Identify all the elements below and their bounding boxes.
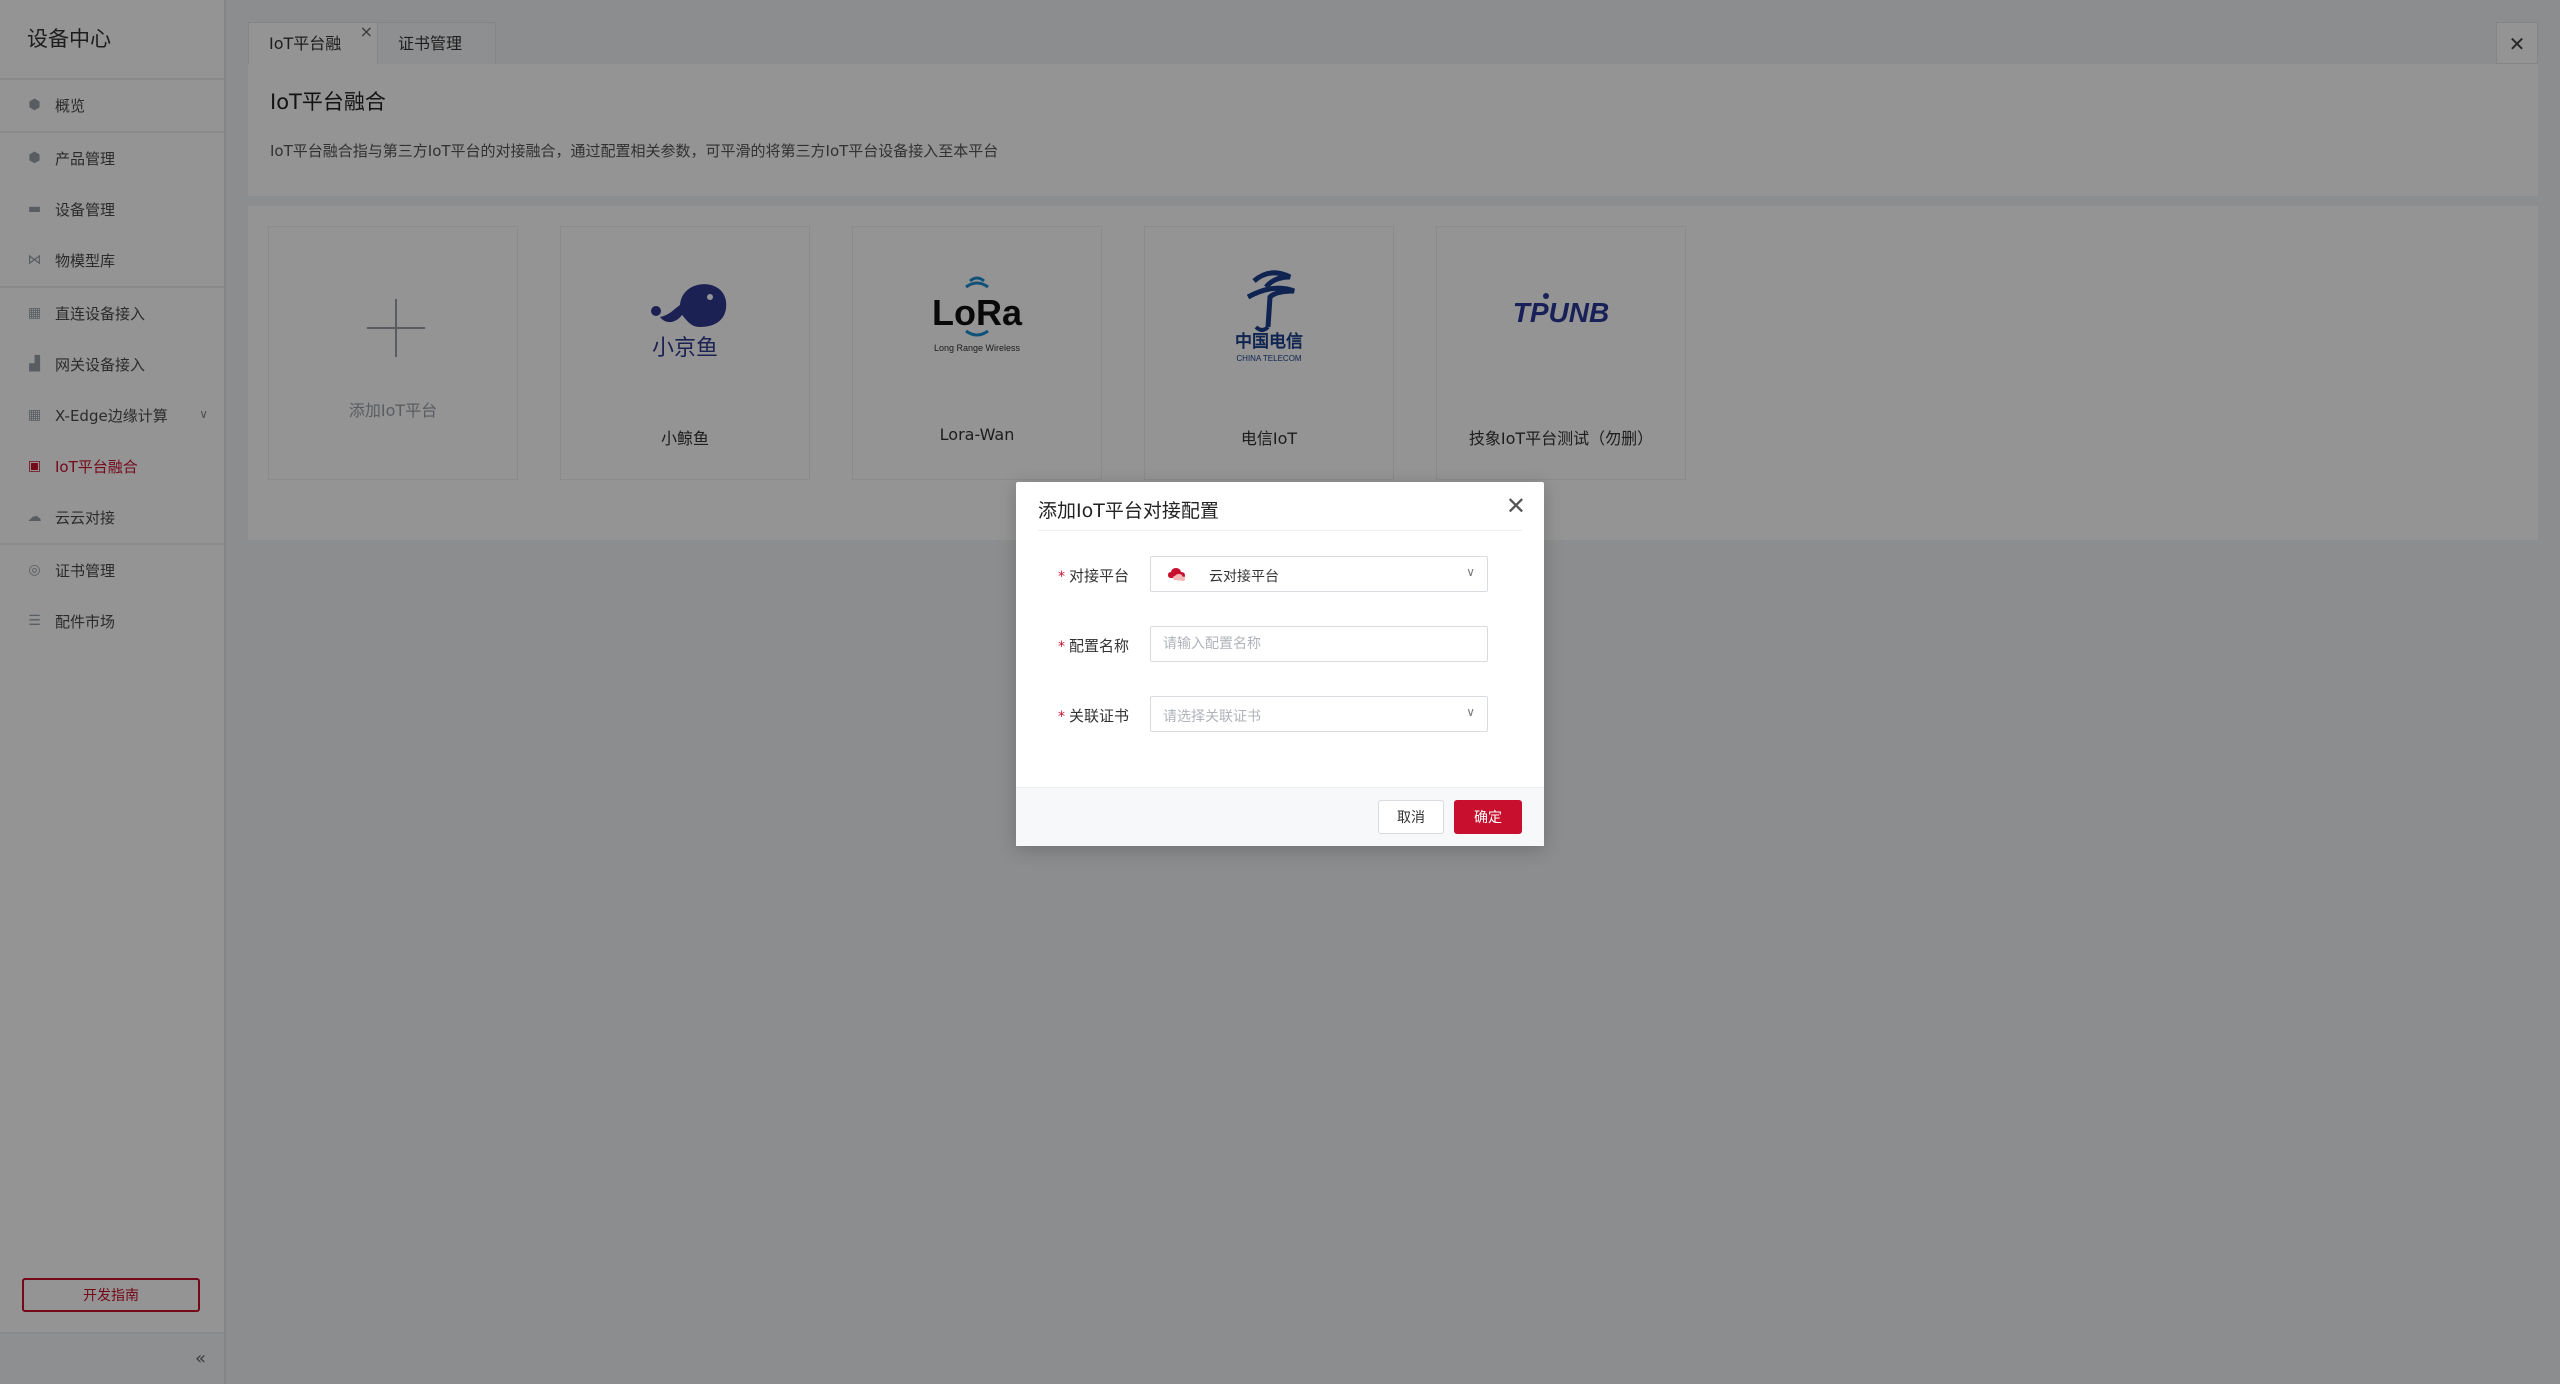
form-row-platform: * 对接平台 云对接平台 ∨ — [1016, 556, 1544, 592]
form-row-config-name: * 配置名称 — [1016, 626, 1544, 662]
platform-select-value: 云对接平台 — [1209, 569, 1279, 585]
dialog-title: 添加IoT平台对接配置 — [1038, 500, 1219, 522]
certificate-label: * 关联证书 — [1058, 707, 1130, 725]
cloud-platform-icon — [1168, 568, 1185, 581]
dialog-divider — [1038, 530, 1522, 531]
config-name-field[interactable] — [1150, 626, 1488, 662]
config-name-input[interactable] — [1151, 627, 1487, 661]
platform-label: * 对接平台 — [1058, 567, 1130, 585]
chevron-down-icon: ∨ — [1466, 565, 1475, 579]
cancel-button[interactable]: 取消 — [1378, 800, 1444, 834]
form-row-certificate: * 关联证书 请选择关联证书 ∨ — [1016, 696, 1544, 732]
config-name-label: * 配置名称 — [1058, 637, 1130, 655]
certificate-select[interactable]: 请选择关联证书 ∨ — [1150, 696, 1488, 732]
dialog-footer: 取消 确定 — [1016, 787, 1544, 846]
close-icon[interactable]: ✕ — [1506, 492, 1526, 520]
add-iot-config-dialog: 添加IoT平台对接配置 ✕ *对接平台 云对接平台 ∨ *配置名称 *关联证书 … — [1016, 482, 1544, 846]
platform-select[interactable]: 云对接平台 ∨ — [1150, 556, 1488, 592]
chevron-down-icon: ∨ — [1466, 705, 1475, 719]
confirm-button[interactable]: 确定 — [1454, 800, 1522, 834]
certificate-select-placeholder: 请选择关联证书 — [1163, 709, 1261, 725]
